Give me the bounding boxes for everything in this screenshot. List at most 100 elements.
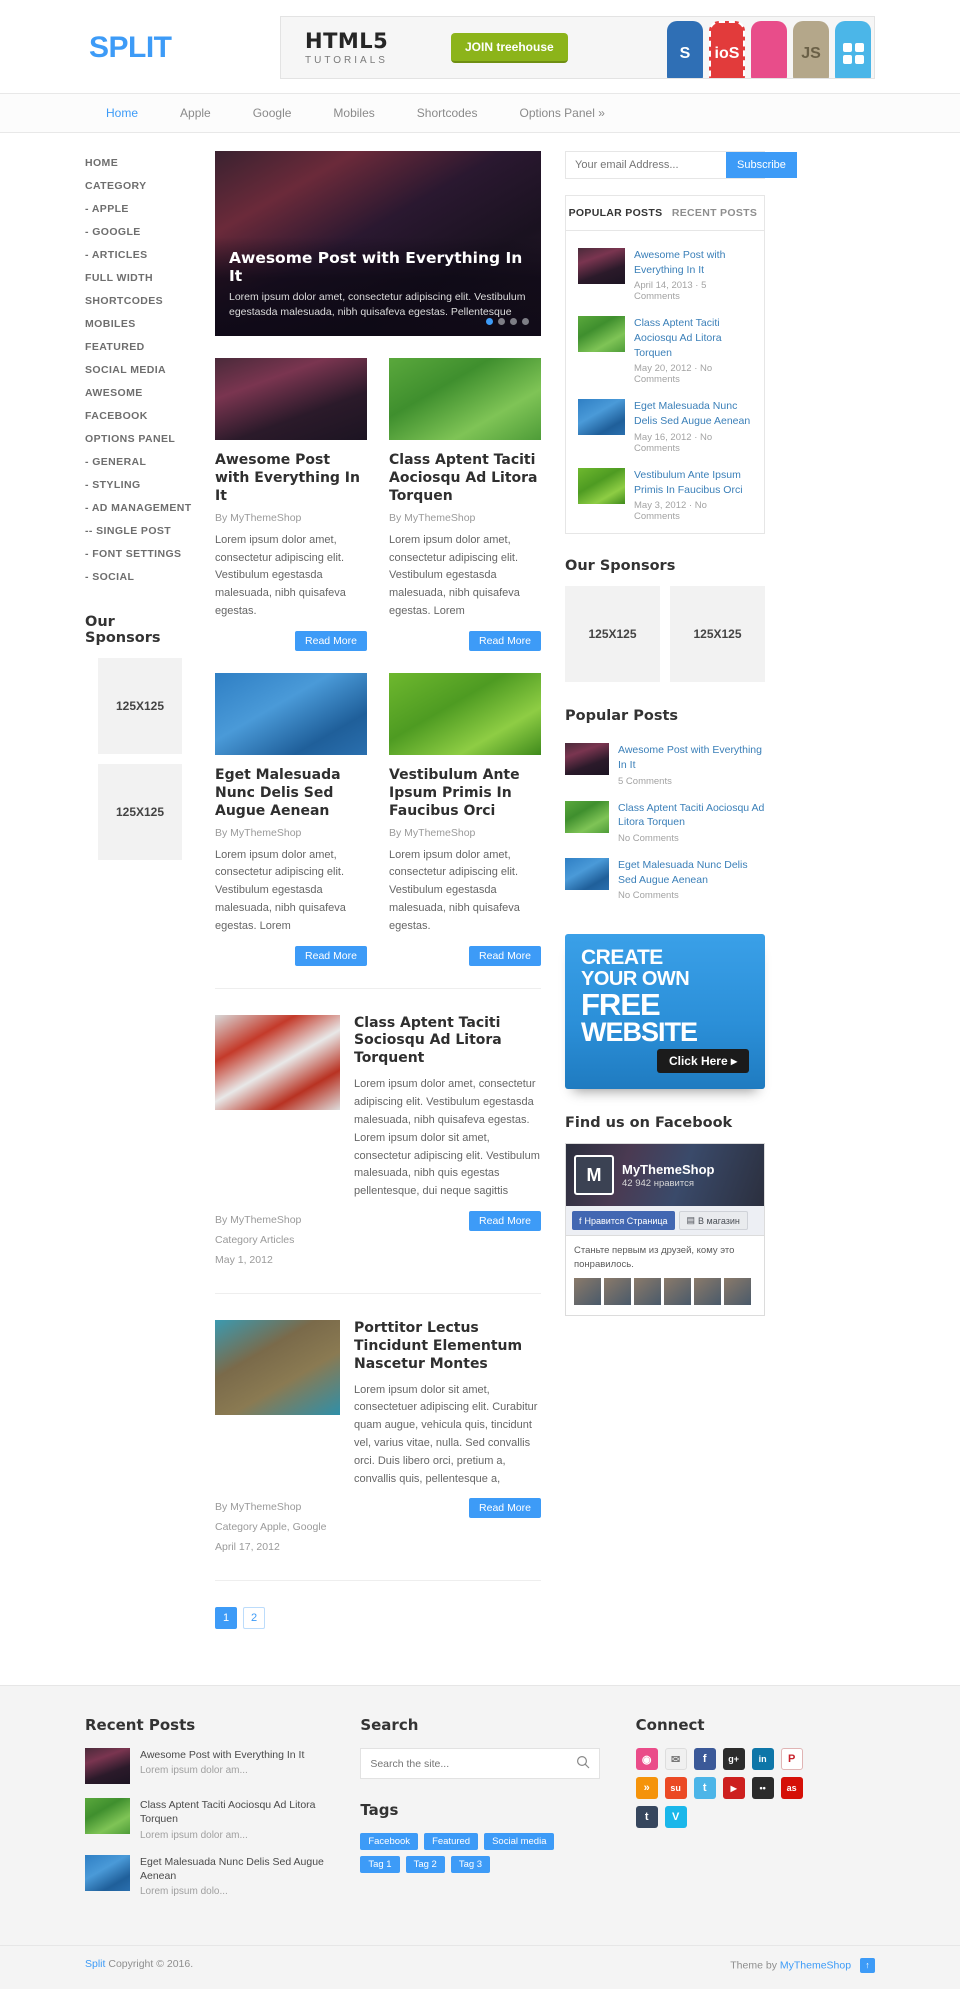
facebook-like-button[interactable]: f Нравится Страница <box>572 1211 675 1231</box>
left-menu-item-general[interactable]: - GENERAL <box>85 450 195 473</box>
slider-title[interactable]: Awesome Post with Everything In It <box>229 249 527 285</box>
avatar[interactable] <box>664 1277 691 1305</box>
post-thumbnail[interactable] <box>85 1748 130 1785</box>
post-title[interactable]: Eget Malesuada Nunc Delis Sed Augue Aene… <box>618 858 765 887</box>
sponsor-slot[interactable]: 125X125 <box>98 764 182 860</box>
facebook-icon[interactable]: f <box>693 1748 716 1771</box>
google-plus-icon[interactable]: g+ <box>722 1748 745 1771</box>
post-title[interactable]: Class Aptent Taciti Aociosqu Ad Litora T… <box>389 452 541 506</box>
linkedin-icon[interactable]: in <box>751 1748 774 1771</box>
pinterest-icon[interactable]: P <box>780 1748 803 1771</box>
facebook-shop-button[interactable]: ▤ В магазин <box>678 1211 748 1231</box>
left-menu-item-full-width[interactable]: FULL WIDTH <box>85 266 195 289</box>
post-thumbnail[interactable] <box>565 800 609 833</box>
post-thumbnail[interactable] <box>215 672 367 755</box>
nav-item-mobiles[interactable]: Mobiles <box>312 94 395 132</box>
tumblr-icon[interactable]: t <box>635 1806 658 1829</box>
post-thumbnail[interactable] <box>215 1014 340 1110</box>
stumbleupon-icon[interactable]: su <box>664 1777 687 1800</box>
left-menu-item-shortcodes[interactable]: SHORTCODES <box>85 289 195 312</box>
rss-icon[interactable]: » <box>635 1777 658 1800</box>
tab-recent-posts[interactable]: RECENT POSTS <box>665 196 764 230</box>
tag-featured[interactable]: Featured <box>424 1833 479 1851</box>
nav-item-options-panel[interactable]: Options Panel » <box>498 94 625 132</box>
post-title[interactable]: Class Aptent Taciti Aociosqu Ad Litora T… <box>618 801 765 830</box>
post-title[interactable]: Class Aptent Taciti Sociosqu Ad Litora T… <box>354 1015 541 1069</box>
left-menu-item-mobiles[interactable]: MOBILES <box>85 312 195 335</box>
avatar[interactable] <box>574 1277 601 1305</box>
left-menu-item-social-media[interactable]: SOCIAL MEDIA <box>85 358 195 381</box>
avatar[interactable] <box>724 1277 751 1305</box>
left-menu-item-font-settings[interactable]: - FONT SETTINGS <box>85 542 195 565</box>
facebook-page-name[interactable]: MyThemeShop <box>622 1162 714 1177</box>
left-menu-item-category[interactable]: CATEGORY <box>85 174 195 197</box>
nav-link-mobiles[interactable]: Mobiles <box>312 94 395 132</box>
post-title[interactable]: Eget Malesuada Nunc Delis Sed Augue Aene… <box>215 767 367 821</box>
left-menu-item-styling[interactable]: - STYLING <box>85 473 195 496</box>
featured-slider[interactable]: Awesome Post with Everything In It Lorem… <box>215 151 541 336</box>
nav-link-options-panel[interactable]: Options Panel » <box>498 94 625 132</box>
left-menu-item-single-post[interactable]: -- SINGLE POST <box>85 519 195 542</box>
nav-item-home[interactable]: Home <box>85 94 159 132</box>
post-thumbnail[interactable] <box>578 467 625 504</box>
banner-cta-button[interactable]: JOIN treehouse <box>451 32 568 63</box>
post-thumbnail[interactable] <box>85 1798 130 1835</box>
nav-link-google[interactable]: Google <box>232 94 313 132</box>
post-thumbnail[interactable] <box>565 743 609 776</box>
read-more-button[interactable]: Read More <box>469 630 541 651</box>
ad-click-here-button[interactable]: Click Here ▸ <box>656 1049 749 1074</box>
back-to-top-icon[interactable]: ↑ <box>860 1957 875 1973</box>
subscribe-button[interactable]: Subscribe <box>726 152 797 178</box>
read-more-button[interactable]: Read More <box>469 1210 541 1231</box>
avatar[interactable] <box>694 1277 721 1305</box>
search-icon[interactable] <box>576 1755 590 1772</box>
pagination-page-2[interactable]: 2 <box>243 1607 265 1630</box>
tab-popular-posts[interactable]: POPULAR POSTS <box>566 196 665 230</box>
nav-link-home[interactable]: Home <box>85 94 159 132</box>
read-more-button[interactable]: Read More <box>469 945 541 966</box>
post-title[interactable]: Eget Malesuada Nunc Delis Sed Augue Aene… <box>140 1855 324 1883</box>
nav-link-shortcodes[interactable]: Shortcodes <box>396 94 499 132</box>
read-more-button[interactable]: Read More <box>295 630 367 651</box>
post-thumbnail[interactable] <box>578 248 625 284</box>
sponsor-slot[interactable]: 125X125 <box>98 658 182 754</box>
left-menu-item-apple[interactable]: - APPLE <box>85 197 195 220</box>
site-logo[interactable]: SPLIT <box>85 31 280 65</box>
post-thumbnail[interactable] <box>389 672 541 755</box>
post-title[interactable]: Class Aptent Taciti Aociosqu Ad Litora T… <box>140 1798 324 1826</box>
post-title[interactable]: Awesome Post with Everything In It <box>215 452 367 506</box>
read-more-button[interactable]: Read More <box>295 945 367 966</box>
post-title[interactable]: Vestibulum Ante Ipsum Primis In Faucibus… <box>389 767 541 821</box>
post-thumbnail[interactable] <box>578 316 625 353</box>
sidebar-ad-banner[interactable]: CREATE YOUR OWN FREE WEBSITE Click Here … <box>565 934 765 1090</box>
left-menu-item-ad-management[interactable]: - AD MANAGEMENT <box>85 496 195 519</box>
left-menu-item-awesome[interactable]: AWESOME <box>85 381 195 404</box>
post-title[interactable]: Awesome Post with Everything In It <box>140 1748 304 1762</box>
slider-dots[interactable] <box>486 318 529 325</box>
slider-dot-1[interactable] <box>486 318 493 325</box>
post-title[interactable]: Awesome Post with Everything In It <box>618 743 765 772</box>
sponsor-slot[interactable]: 125X125 <box>565 586 660 683</box>
nav-item-google[interactable]: Google <box>232 94 313 132</box>
dribbble-icon[interactable]: ◉ <box>635 1748 658 1771</box>
lastfm-icon[interactable]: as <box>780 1777 803 1800</box>
flickr-icon[interactable]: •• <box>751 1777 774 1800</box>
search-input[interactable] <box>370 1757 576 1770</box>
post-category[interactable]: Category Apple, Google <box>215 1518 340 1538</box>
left-menu-item-social[interactable]: - SOCIAL <box>85 565 195 588</box>
left-menu-item-featured[interactable]: FEATURED <box>85 335 195 358</box>
post-title[interactable]: Class Aptent Taciti Aociosqu Ad Litora T… <box>634 316 752 360</box>
tag-facebook[interactable]: Facebook <box>360 1833 419 1851</box>
tag-3[interactable]: Tag 3 <box>450 1856 491 1874</box>
slider-dot-2[interactable] <box>498 318 505 325</box>
post-thumbnail[interactable] <box>389 358 541 440</box>
twitter-icon[interactable]: t <box>693 1777 716 1800</box>
left-menu-item-google[interactable]: - GOOGLE <box>85 220 195 243</box>
avatar[interactable] <box>634 1277 661 1305</box>
post-thumbnail[interactable] <box>215 358 367 440</box>
post-thumbnail[interactable] <box>215 1319 340 1415</box>
header-ad-banner[interactable]: HTML5 TUTORIALS JOIN treehouse S ioS JS <box>280 16 875 79</box>
slider-dot-3[interactable] <box>510 318 517 325</box>
read-more-button[interactable]: Read More <box>469 1498 541 1519</box>
tag-1[interactable]: Tag 1 <box>360 1856 400 1874</box>
